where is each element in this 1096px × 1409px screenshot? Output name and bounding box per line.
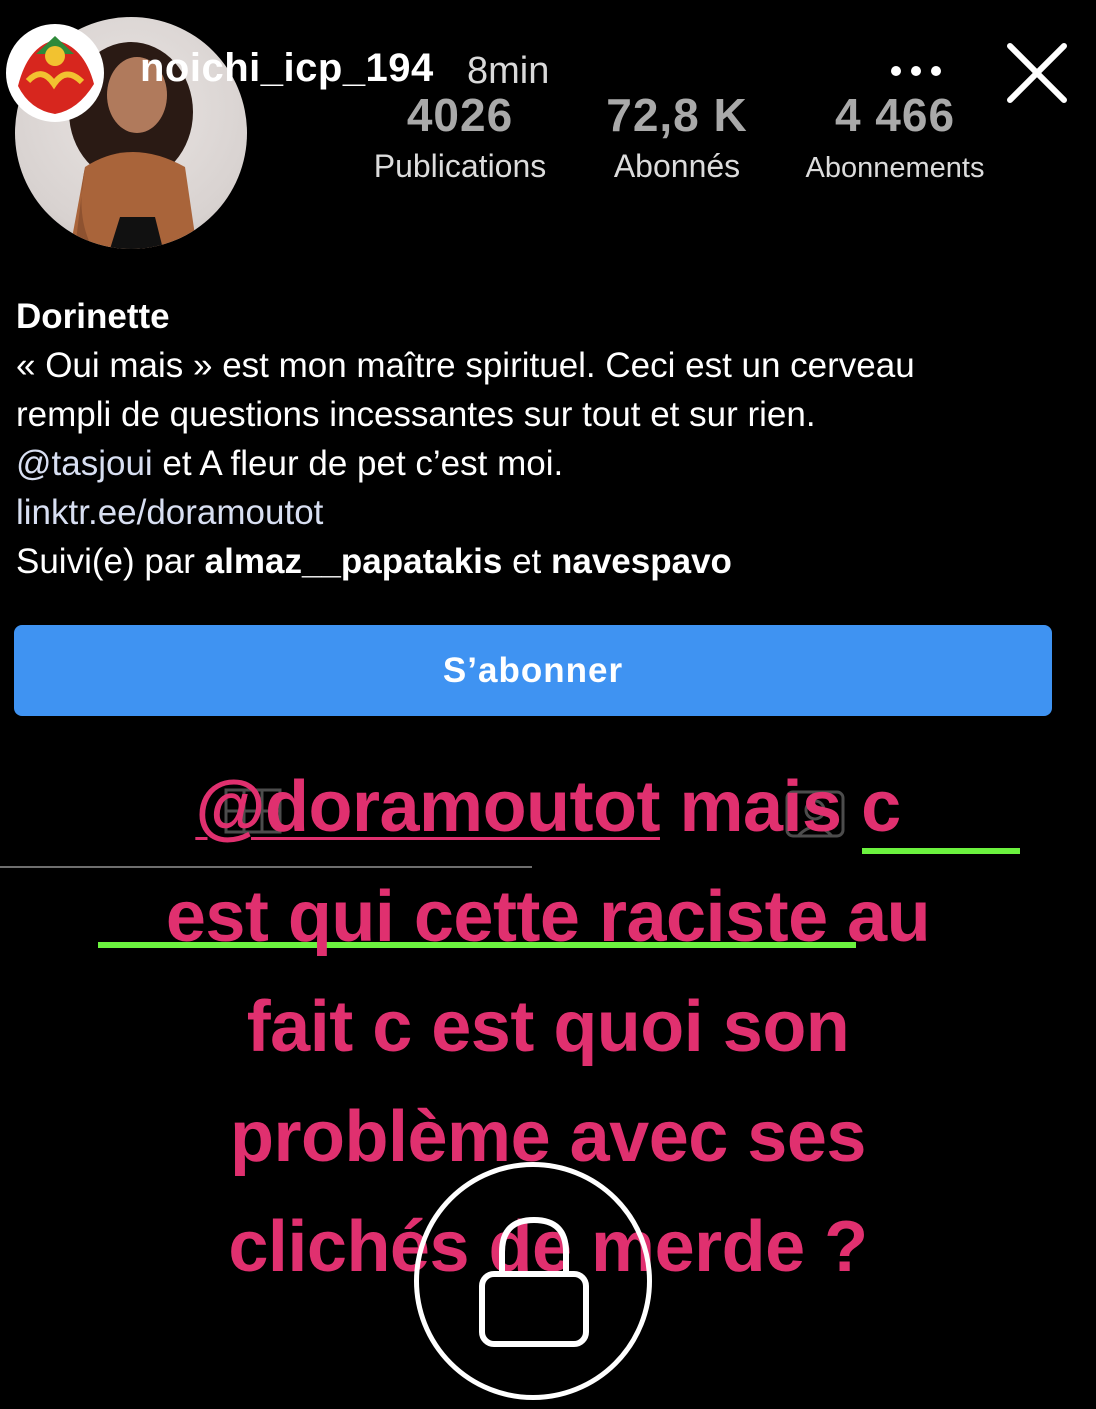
logo-icon [8, 26, 102, 120]
stat-followers[interactable]: 72,8 K Abonnés [582, 88, 772, 185]
stat-value: 4026 [406, 89, 514, 141]
story-timestamp: 8min [467, 50, 550, 92]
stat-following[interactable]: 4 466 Abonnements [790, 88, 1000, 185]
caption-mention[interactable]: @doramoutot [195, 767, 660, 847]
bio-line: rempli de questions incessantes sur tout… [16, 395, 816, 434]
follow-button[interactable]: S’abonner [14, 625, 1052, 716]
stat-label: Abonnés [613, 148, 741, 184]
followed-and: et [502, 542, 551, 581]
bio-text: et A fleur de pet c’est moi. [152, 444, 564, 483]
bio-line: « Oui mais » est mon maître spirituel. C… [16, 346, 915, 385]
followed-user-link[interactable]: almaz__papatakis [205, 542, 503, 581]
story-user-avatar[interactable] [6, 24, 104, 122]
stat-value: 72,8 K [606, 89, 748, 141]
caption-text: mais c [659, 767, 901, 847]
followed-user-link[interactable]: navespavo [551, 542, 732, 581]
caption-line: fait c est quoi son [246, 987, 850, 1067]
stat-label: Abonnements [805, 152, 985, 184]
stat-label: Publications [373, 148, 547, 184]
stat-value: 4 466 [834, 89, 956, 141]
followed-prefix: Suivi(e) par [16, 542, 205, 581]
followed-by: Suivi(e) par almaz__papatakis et navespa… [16, 537, 1076, 586]
profile-bio: Dorinette « Oui mais » est mon maître sp… [16, 292, 1076, 586]
more-options-icon[interactable] [888, 60, 944, 82]
profile-link[interactable]: linktr.ee/doramoutot [16, 488, 1076, 537]
profile-name: Dorinette [16, 297, 170, 336]
caption-line: est qui cette raciste au [165, 877, 931, 957]
caption-line: @doramoutot mais c [0, 752, 1096, 862]
bio-mention-link[interactable]: @tasjoui [16, 444, 153, 483]
bio-line: @tasjoui et A fleur de pet c’est moi. [16, 439, 1076, 488]
lock-icon [479, 1216, 589, 1347]
stat-publications[interactable]: 4026 Publications [355, 88, 565, 185]
story-username[interactable]: noichi_icp_194 [140, 46, 434, 91]
story-screen: noichi_icp_194 8min 4026 Publications 72… [0, 0, 1096, 1409]
close-icon[interactable] [1004, 40, 1070, 106]
